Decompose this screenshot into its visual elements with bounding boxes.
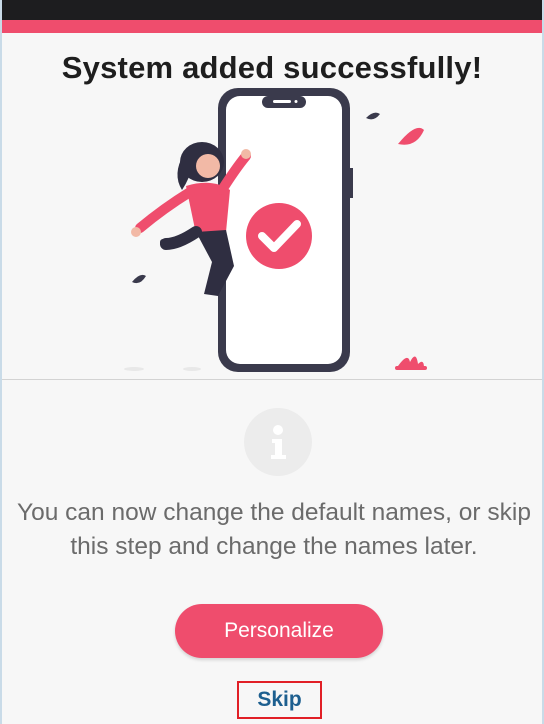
phone-side-button bbox=[350, 168, 353, 198]
skip-button[interactable]: Skip bbox=[237, 681, 322, 719]
personalize-button[interactable]: Personalize bbox=[175, 604, 383, 658]
page-title: System added successfully! bbox=[61, 50, 483, 85]
success-phone-illustration bbox=[124, 88, 427, 372]
section-divider bbox=[2, 379, 542, 380]
leaf-icon bbox=[366, 112, 380, 120]
woman-arm-down bbox=[135, 187, 195, 233]
ground-shadow bbox=[124, 367, 144, 371]
accent-bar bbox=[2, 20, 542, 33]
woman-head bbox=[196, 154, 220, 178]
leaf-icon bbox=[132, 274, 146, 284]
phone-camera bbox=[294, 100, 298, 103]
app-screen: System added successfully! You can now c… bbox=[0, 0, 544, 724]
check-circle-icon bbox=[246, 203, 312, 269]
flower-base bbox=[395, 366, 427, 370]
status-bar bbox=[2, 0, 542, 20]
phone-speaker bbox=[273, 100, 291, 103]
leaf-icon bbox=[398, 127, 424, 145]
woman-hand bbox=[241, 149, 251, 159]
woman-shoe bbox=[160, 239, 178, 247]
ground-shadow bbox=[183, 367, 201, 371]
info-message: You can now change the default names, or… bbox=[17, 499, 531, 560]
woman-hand bbox=[131, 227, 141, 237]
info-icon bbox=[244, 408, 312, 476]
